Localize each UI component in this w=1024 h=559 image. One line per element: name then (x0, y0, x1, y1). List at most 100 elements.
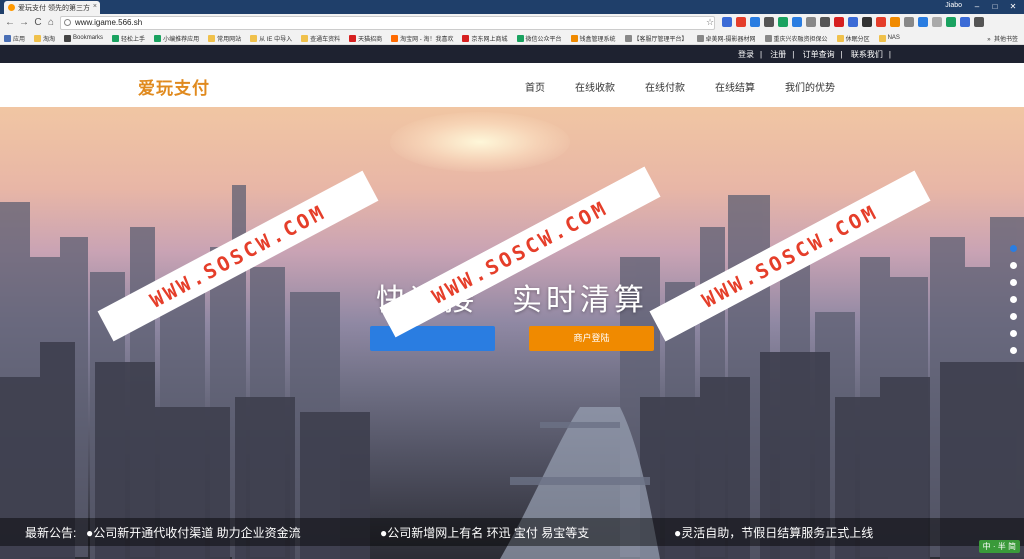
profile-name[interactable]: Jiabo (945, 2, 962, 9)
extension-icon[interactable] (960, 17, 970, 27)
separator: | (759, 50, 763, 59)
forward-icon[interactable]: → (18, 17, 30, 29)
bookmark-label: 钱盒管理系统 (579, 36, 616, 43)
extension-icon[interactable] (764, 17, 774, 27)
home-icon[interactable]: ⌂ (45, 17, 57, 29)
bookmark-label: 常用网站 (217, 36, 242, 43)
nav-online-settlement[interactable]: 在线结算 (715, 79, 755, 94)
extension-icon[interactable] (918, 17, 928, 27)
merchant-login-button[interactable]: 商户登陆 (529, 326, 654, 351)
contact-link[interactable]: 联系我们 (851, 50, 883, 59)
reload-icon[interactable]: C (32, 17, 44, 29)
extension-icon[interactable] (848, 17, 858, 27)
extension-icon[interactable] (722, 17, 732, 27)
bookmark-label: 休眠分区 (845, 36, 870, 43)
bookmark-item[interactable]: 小编推荐应用 (154, 34, 199, 43)
extension-icon[interactable] (834, 17, 844, 27)
info-icon[interactable] (64, 19, 71, 26)
announcement-item[interactable]: ●公司新开通代收付渠道 助力企业资金流 (86, 524, 301, 541)
carousel-dot[interactable] (1010, 296, 1017, 303)
extension-icon[interactable] (792, 17, 802, 27)
bookmark-label: 重庆兴农融资担保公 (773, 36, 828, 43)
extension-icon[interactable] (890, 17, 900, 27)
extension-icon[interactable] (932, 17, 942, 27)
bookmark-item[interactable]: Bookmarks (64, 34, 104, 42)
order-query-link[interactable]: 订单查询 (803, 50, 835, 59)
bookmark-item[interactable]: 卓美网-摄影器材网 (696, 34, 756, 43)
bookmark-item[interactable]: 京东网上商城 (462, 34, 508, 43)
bookmark-label: Bookmarks (73, 35, 104, 41)
bookmark-star-icon[interactable]: ☆ (706, 17, 714, 28)
tab-title: 爱玩支付 领先的第三方 (18, 5, 90, 12)
extension-icon[interactable] (904, 17, 914, 27)
close-window-button[interactable]: ✕ (1006, 1, 1020, 12)
bookmark-item[interactable]: 从 IE 中导入 (250, 34, 292, 43)
announcement-bar: 最新公告: ●公司新开通代收付渠道 助力企业资金流 ●公司新增网上有名 环迅 宝… (0, 518, 1024, 546)
bookmark-item[interactable]: 【客服厅管理平台】 (624, 34, 688, 43)
city-skyline-image (0, 185, 1024, 559)
bookmark-item[interactable]: 天猫招商 (349, 34, 382, 43)
bookmark-item[interactable]: NAS (878, 34, 900, 42)
bookmark-item[interactable]: 查通车资料 (301, 34, 340, 43)
bookmark-item[interactable]: 钱盒管理系统 (570, 34, 616, 43)
tab-close-icon[interactable]: × (93, 3, 97, 10)
bookmark-item[interactable]: 淘淘 (34, 34, 55, 43)
announcement-item[interactable]: ●公司新增网上有名 环迅 宝付 易宝等支 (380, 524, 589, 541)
bookmark-item[interactable]: 淘宝网 - 淘！我喜欢 (391, 34, 453, 43)
bookmark-item[interactable]: 休眠分区 (836, 34, 870, 43)
carousel-dot[interactable] (1010, 262, 1017, 269)
extension-icon[interactable] (876, 17, 886, 27)
extension-icon[interactable] (946, 17, 956, 27)
menu-icon[interactable] (974, 17, 984, 27)
nav-home[interactable]: 首页 (525, 79, 545, 94)
browser-window: 爱玩支付 领先的第三方 × Jiabo – □ ✕ ← → C ⌂ www.ig… (0, 0, 1024, 559)
carousel-dot[interactable] (1010, 330, 1017, 337)
bookmark-label: 卓美网-摄影器材网 (705, 36, 756, 43)
bookmark-icon (836, 34, 844, 42)
bookmark-icon (349, 34, 357, 42)
site-top-bar: 登录 | 注册 | 订单查询 | 联系我们 | (0, 45, 1024, 63)
carousel-dot[interactable] (1010, 347, 1017, 354)
separator: | (792, 50, 795, 59)
bookmark-label: 小编推荐应用 (163, 36, 200, 43)
browser-tab[interactable]: 爱玩支付 领先的第三方 × (4, 1, 100, 14)
nav-online-payment[interactable]: 在线付款 (645, 79, 685, 94)
site-logo[interactable]: 爱玩支付 (138, 74, 210, 99)
bookmark-item[interactable]: 常用网站 (208, 34, 241, 43)
nav-advantages[interactable]: 我们的优势 (785, 79, 835, 94)
announcement-item[interactable]: ●灵活自助，节假日结算服务正式上线 (674, 524, 873, 541)
bookmark-icon (624, 34, 632, 42)
extension-icon[interactable] (778, 17, 788, 27)
bookmark-icon (112, 34, 120, 42)
bookmark-label: NAS (887, 35, 900, 41)
register-link[interactable]: 注册 (770, 50, 786, 59)
carousel-dot[interactable] (1010, 245, 1017, 252)
bookmark-item[interactable]: 应用 (4, 34, 25, 43)
login-link[interactable]: 登录 (738, 50, 754, 59)
primary-button[interactable] (370, 326, 495, 351)
bookmark-item[interactable]: 重庆兴农融资担保公 (764, 34, 828, 43)
bookmark-icon (250, 34, 258, 42)
bookmark-icon (878, 34, 886, 42)
bookmark-label: 淘宝网 - 淘！我喜欢 (400, 36, 454, 43)
extension-icon[interactable] (862, 17, 872, 27)
nav-online-collection[interactable]: 在线收款 (575, 79, 615, 94)
more-bookmarks-icon[interactable]: » (987, 37, 990, 43)
extension-icon[interactable] (736, 17, 746, 27)
url-input[interactable]: www.igame.566.sh (60, 16, 715, 30)
carousel-dot[interactable] (1010, 313, 1017, 320)
extension-icon[interactable] (750, 17, 760, 27)
top-links: 登录 | 注册 | 订单查询 | 联系我们 | (735, 49, 894, 60)
carousel-dot[interactable] (1010, 279, 1017, 286)
back-icon[interactable]: ← (4, 17, 16, 29)
bookmark-label: 淘淘 (43, 36, 56, 43)
maximize-button[interactable]: □ (988, 1, 1002, 12)
ime-indicator[interactable]: 中 · 半 简 (978, 540, 1020, 553)
minimize-button[interactable]: – (970, 1, 984, 12)
other-bookmarks[interactable]: » 其他书签 (987, 34, 1018, 43)
bookmark-item[interactable]: 微信公众平台 (516, 34, 562, 43)
hero-banner: WWW.SOSCW.COM WWW.SOSCW.COM WWW.SOSCW.CO… (0, 107, 1024, 559)
bookmark-item[interactable]: 轻松上手 (112, 34, 145, 43)
extension-icon[interactable] (820, 17, 830, 27)
extension-icon[interactable] (806, 17, 816, 27)
